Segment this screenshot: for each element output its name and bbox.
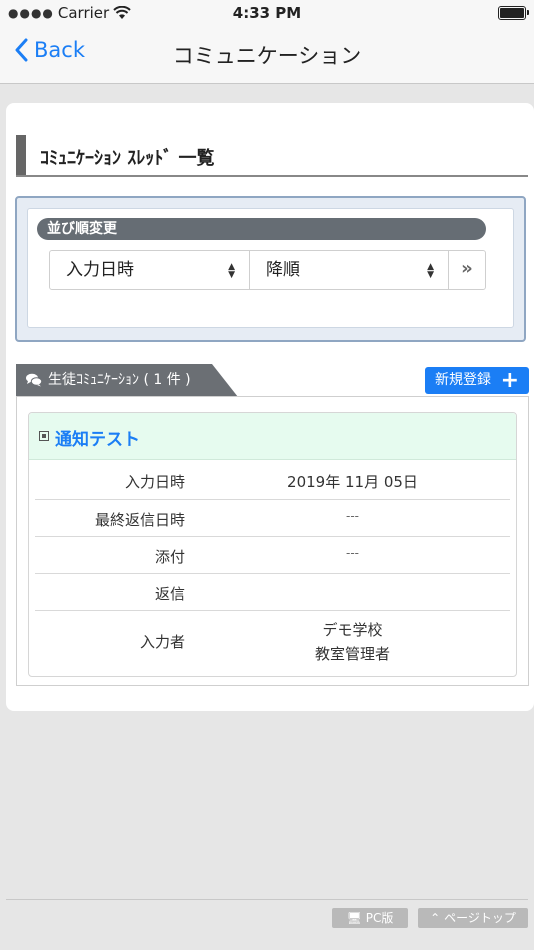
communication-list: 通知テスト 入力日時 2019年 11月 05日 最終返信日時 --- 添付 -… [16,396,529,686]
navigation-bar: Back コミュニケーション [0,26,534,84]
detail-row-author: 入力者 デモ学校 教室管理者 [35,611,510,671]
detail-row-reply: 返信 [35,574,510,611]
sort-apply-button[interactable]: » [449,251,485,289]
detail-value-line1: デモ学校 [322,621,383,639]
chat-bubbles-icon [26,373,42,387]
page-top-label: ページトップ [444,911,516,925]
footer-divider [6,899,528,900]
sort-panel: 並び順変更 入力日時 ▲ ▼ 降順 ▲ ▼ » [15,196,526,342]
monitor-icon: 🖥 [346,911,362,925]
battery-icon [498,6,529,20]
sort-label: 並び順変更 [37,218,486,240]
detail-label: 入力者 [139,633,185,651]
page-top-button[interactable]: ⌃ ページトップ [418,908,528,928]
sort-order-value: 降順 [266,260,300,280]
status-bar: ●●●● Carrier 4:33 PM [0,0,534,26]
section-title: ｺﾐｭﾆｹｰｼｮﾝ ｽﾚｯﾄﾞ 一覧 [40,148,215,169]
detail-value: --- [346,546,359,560]
detail-row-attachment: 添付 --- [35,537,510,574]
item-title-link[interactable]: 通知テスト [55,425,140,450]
tab-label: 生徒ｺﾐｭﾆｹｰｼｮﾝ ( 1 件 ) [48,372,191,388]
detail-label: 入力日時 [124,473,185,491]
section-header-bar [16,135,26,175]
detail-value: --- [346,509,359,523]
content-card: ｺﾐｭﾆｹｰｼｮﾝ ｽﾚｯﾄﾞ 一覧 並び順変更 入力日時 ▲ ▼ 降順 ▲ ▼ »… [6,103,534,711]
list-item: 通知テスト 入力日時 2019年 11月 05日 最終返信日時 --- 添付 -… [28,412,517,677]
sort-order-select[interactable]: 降順 ▲ ▼ [250,251,449,289]
plus-icon: + [500,368,519,393]
double-chevron-right-icon: » [461,258,473,279]
pc-version-button[interactable]: 🖥 PC版 [332,908,408,928]
detail-label: 添付 [154,548,185,566]
item-header: 通知テスト [29,413,516,460]
detail-row-last-reply: 最終返信日時 --- [35,500,510,537]
detail-value-line2: 教室管理者 [314,645,390,663]
chevron-up-icon: ⌃ [430,911,441,925]
section-header: ｺﾐｭﾆｹｰｼｮﾝ ｽﾚｯﾄﾞ 一覧 [16,135,528,177]
new-registration-label: 新規登録 [435,372,491,388]
detail-label: 返信 [154,585,185,603]
detail-value: 2019年 11月 05日 [287,473,418,491]
detail-row-input-date: 入力日時 2019年 11月 05日 [35,459,510,500]
sort-controls: 入力日時 ▲ ▼ 降順 ▲ ▼ » [49,250,486,290]
new-registration-button[interactable]: 新規登録 + [425,367,529,394]
page-title: コミュニケーション [172,44,362,68]
detail-label: 最終返信日時 [94,511,185,529]
select-arrows-icon: ▲ ▼ [228,262,235,280]
status-time: 4:33 PM [232,4,302,22]
sort-field-value: 入力日時 [66,260,134,280]
sort-field-select[interactable]: 入力日時 ▲ ▼ [50,251,250,289]
tab-student-communication[interactable]: 生徒ｺﾐｭﾆｹｰｼｮﾝ ( 1 件 ) [16,364,238,397]
select-arrows-icon: ▲ ▼ [427,262,434,280]
square-bullet-icon [39,431,49,441]
pc-version-label: PC版 [365,911,394,925]
